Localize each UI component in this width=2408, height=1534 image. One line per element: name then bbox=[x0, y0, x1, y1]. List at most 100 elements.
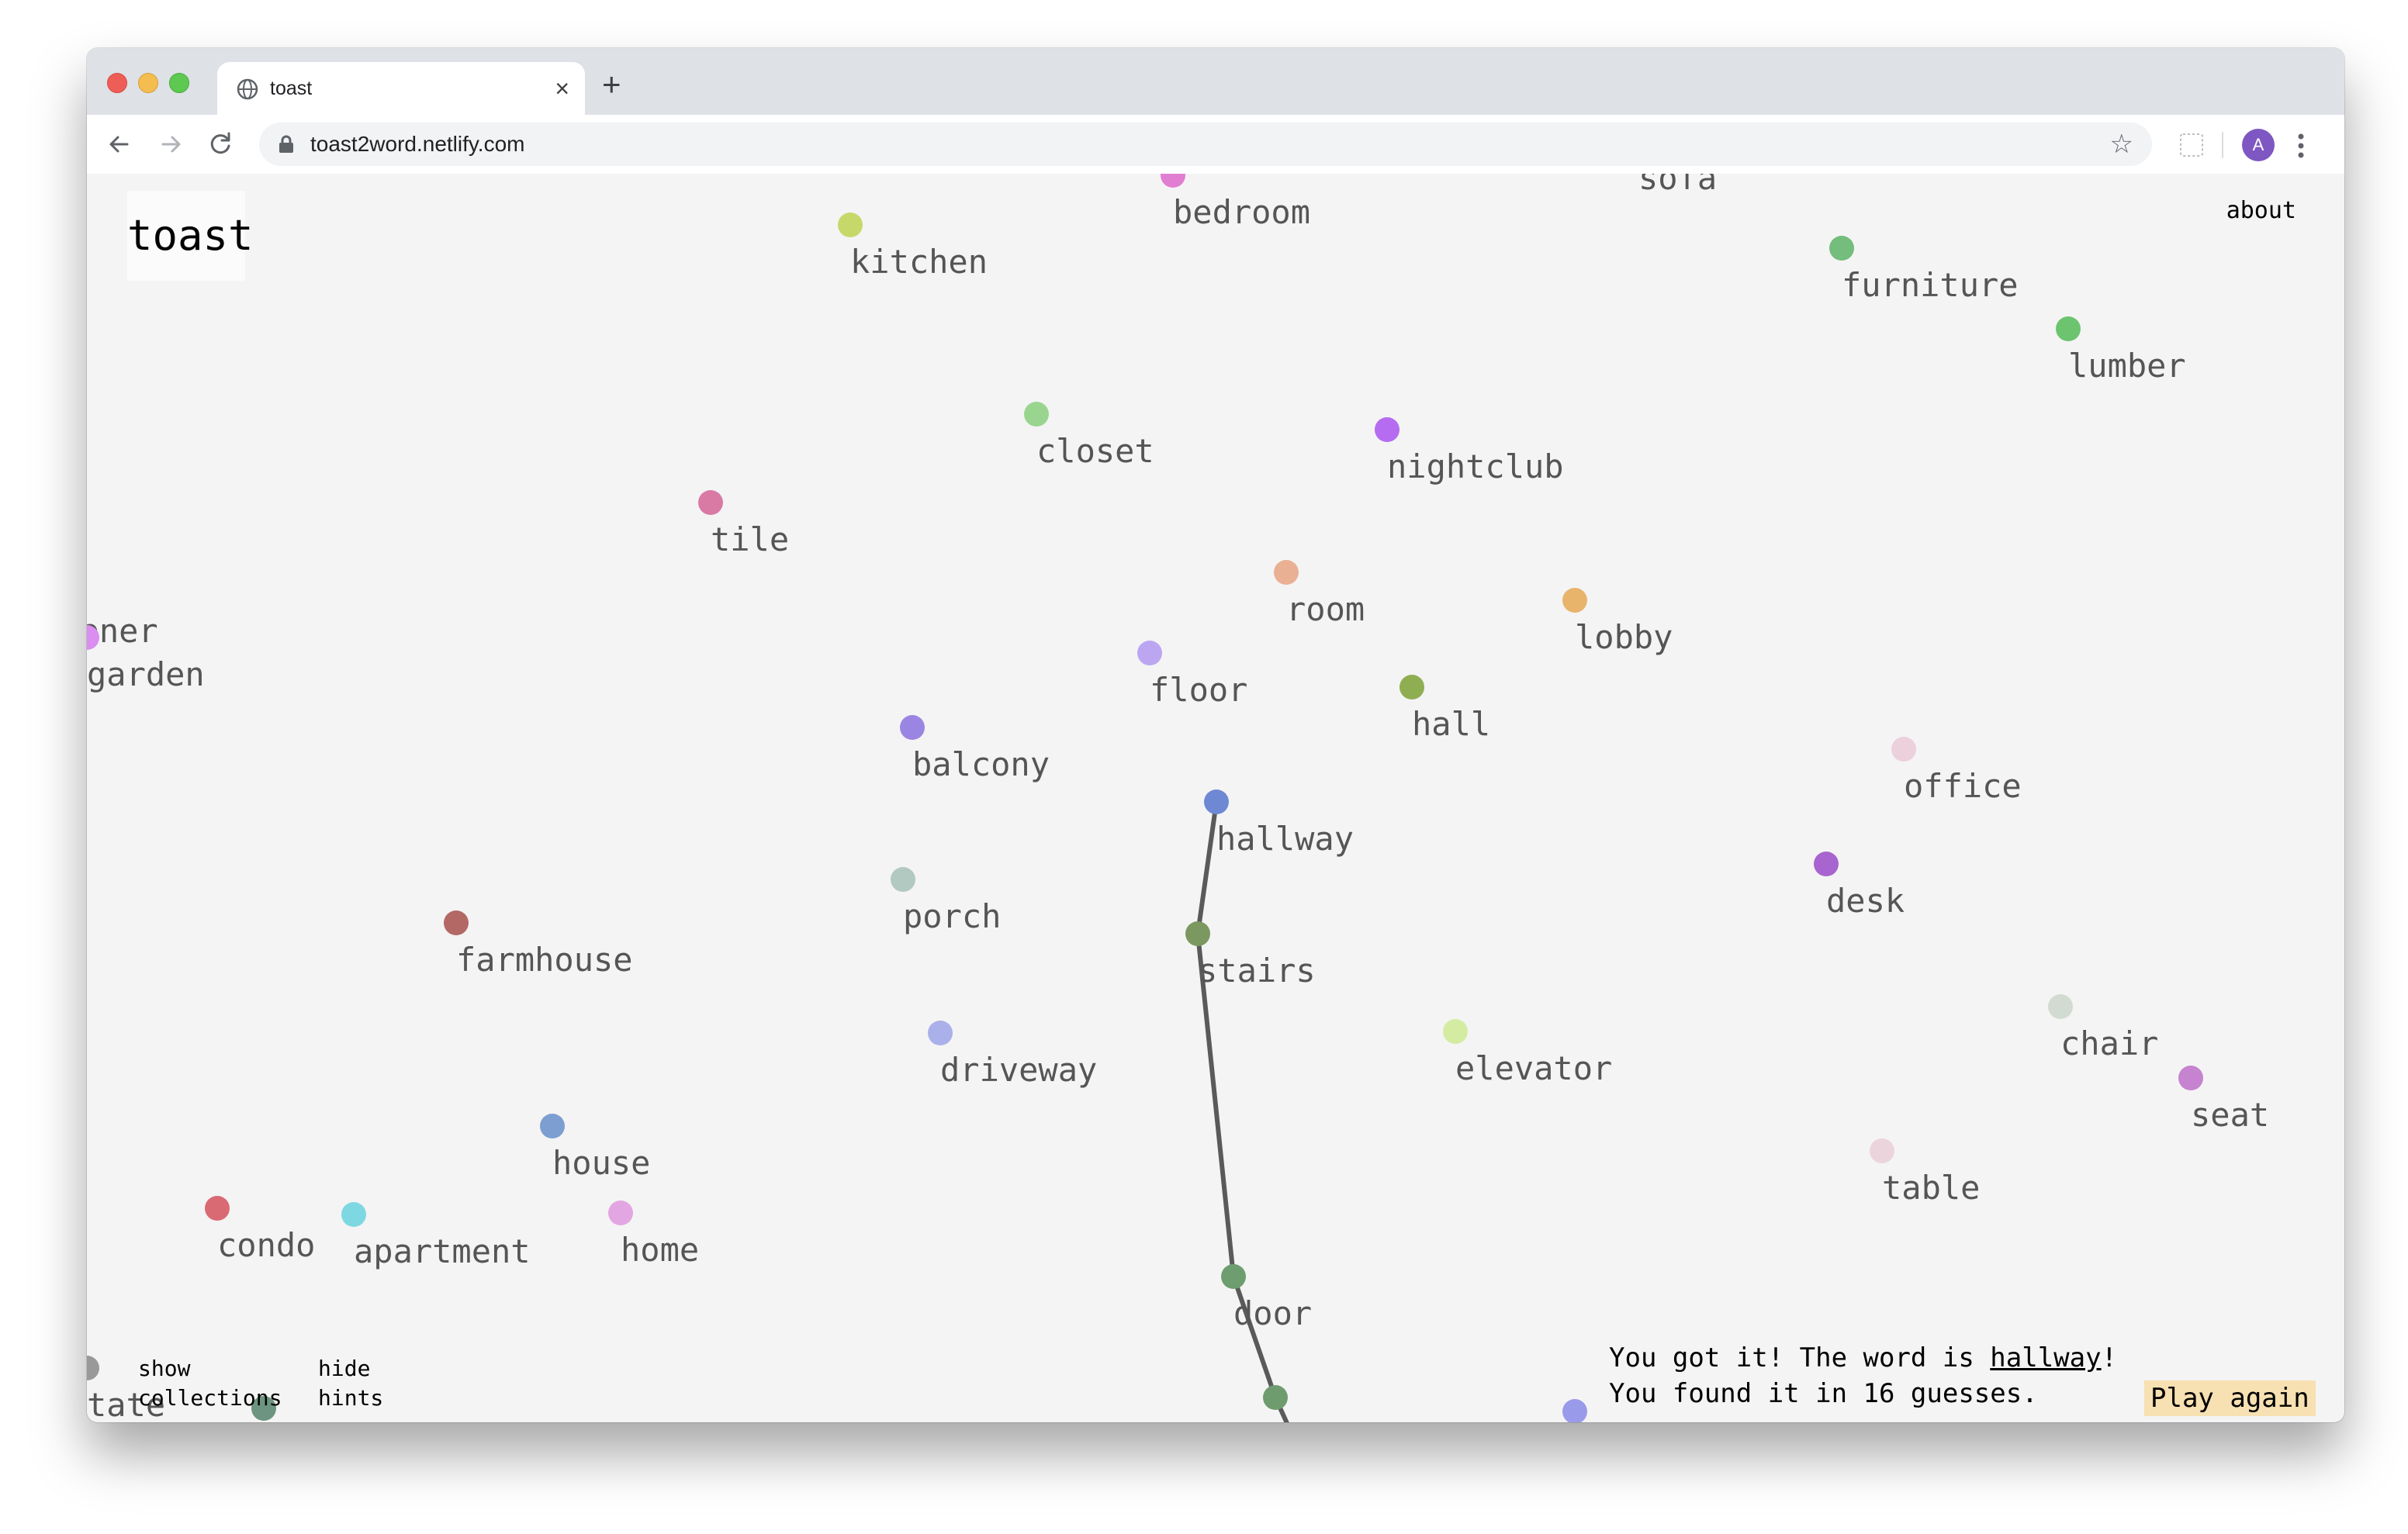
word-node-balcony[interactable]: balcony bbox=[900, 715, 1050, 783]
word-label: seat bbox=[2191, 1096, 2269, 1134]
word-node-chair[interactable]: chair bbox=[2048, 994, 2158, 1062]
globe-icon bbox=[237, 78, 258, 100]
word-dot[interactable] bbox=[1204, 789, 1229, 814]
word-dot[interactable] bbox=[1891, 737, 1916, 762]
close-tab-icon[interactable]: × bbox=[555, 73, 569, 104]
word-dot[interactable] bbox=[1562, 1399, 1587, 1422]
word-node-door[interactable]: door bbox=[1221, 1264, 1312, 1332]
word-dot[interactable] bbox=[1814, 852, 1839, 876]
more-options-icon[interactable] bbox=[2296, 130, 2306, 161]
word-node-desk[interactable]: desk bbox=[1814, 852, 1905, 920]
word-node-stairs[interactable]: stairs bbox=[1185, 921, 1316, 990]
word-node-farmhouse[interactable]: farmhouse bbox=[444, 910, 633, 979]
word-node-apartment[interactable]: apartment bbox=[341, 1202, 531, 1270]
address-bar[interactable]: toast2word.netlify.com ☆ bbox=[259, 123, 2152, 166]
word-dot[interactable] bbox=[1221, 1264, 1246, 1289]
maximize-window-button[interactable] bbox=[169, 73, 189, 93]
word-label: table bbox=[1882, 1169, 1980, 1207]
word-label: driveway bbox=[940, 1051, 1097, 1089]
word-node-nightclub[interactable]: nightclub bbox=[1375, 417, 1564, 485]
word-node-office[interactable]: office bbox=[1891, 737, 2022, 805]
word-dot[interactable] bbox=[2048, 994, 2073, 1019]
extension-icon[interactable] bbox=[2178, 132, 2205, 158]
word-node-condo[interactable]: condo bbox=[205, 1196, 315, 1264]
browser-tab[interactable]: toast × bbox=[217, 62, 585, 115]
hide-hints-button[interactable]: hide hints bbox=[318, 1354, 411, 1413]
word-dot[interactable] bbox=[87, 1356, 99, 1380]
minimize-window-button[interactable] bbox=[138, 73, 158, 93]
play-again-button[interactable]: Play again bbox=[2144, 1380, 2316, 1416]
forward-arrow-icon[interactable] bbox=[154, 127, 188, 161]
word-label: stairs bbox=[1198, 952, 1316, 990]
show-collections-button[interactable]: show collections bbox=[138, 1354, 293, 1413]
back-arrow-icon[interactable] bbox=[102, 127, 137, 161]
result-line-1: You got it! The word is hallway! bbox=[1609, 1340, 2117, 1376]
tab-strip: toast × + bbox=[87, 48, 2344, 115]
word-node-table[interactable]: table bbox=[1870, 1138, 1980, 1207]
word-node-sofa[interactable]: sofa bbox=[1626, 174, 1717, 197]
word-node-closet[interactable]: closet bbox=[1024, 402, 1154, 470]
word-dot[interactable] bbox=[540, 1114, 565, 1138]
word-label: garden bbox=[87, 655, 205, 693]
word-node-hallway[interactable]: hallway bbox=[1204, 789, 1354, 858]
word-node-lumber[interactable]: lumber bbox=[2056, 316, 2186, 385]
word-node-furniture[interactable]: furniture bbox=[1829, 236, 2019, 304]
word-node-porch[interactable]: porch bbox=[891, 867, 1001, 935]
word-dot[interactable] bbox=[928, 1021, 953, 1045]
word-label: room bbox=[1286, 590, 1365, 628]
word-dot[interactable] bbox=[444, 910, 469, 935]
word-dot[interactable] bbox=[341, 1202, 366, 1227]
word-dot[interactable] bbox=[1375, 417, 1399, 442]
word-node-elevator[interactable]: elevator bbox=[1443, 1019, 1612, 1087]
word-node-driveway[interactable]: driveway bbox=[928, 1021, 1097, 1089]
tab-title: toast bbox=[270, 78, 313, 99]
word-dot[interactable] bbox=[1161, 174, 1185, 188]
word-dot[interactable] bbox=[838, 212, 863, 237]
word-node-tile[interactable]: tile bbox=[698, 490, 789, 558]
word-dot[interactable] bbox=[1263, 1385, 1288, 1410]
word-dot[interactable] bbox=[1870, 1138, 1894, 1163]
word-dot[interactable] bbox=[205, 1196, 230, 1221]
word-dot[interactable] bbox=[1399, 675, 1424, 700]
profile-avatar[interactable]: A bbox=[2242, 129, 2275, 161]
word-node-bedroom[interactable]: bedroom bbox=[1161, 174, 1310, 231]
word-dot[interactable] bbox=[900, 715, 925, 740]
word-dot[interactable] bbox=[1274, 560, 1299, 585]
word-dot[interactable] bbox=[891, 867, 915, 892]
word-dot[interactable] bbox=[2056, 316, 2081, 341]
word-node-floor[interactable]: floor bbox=[1137, 641, 1247, 709]
word-dot[interactable] bbox=[698, 490, 723, 515]
brand-logo[interactable]: toast bbox=[127, 191, 254, 281]
word-dot[interactable] bbox=[1024, 402, 1049, 427]
word-label: tile bbox=[711, 520, 789, 558]
result-word[interactable]: hallway bbox=[1990, 1342, 2101, 1373]
word-dot[interactable] bbox=[1829, 236, 1854, 261]
word-label: elevator bbox=[1455, 1049, 1612, 1087]
word-node-hall[interactable]: hall bbox=[1399, 675, 1490, 743]
word-dot[interactable] bbox=[1137, 641, 1162, 665]
word-node-room[interactable]: room bbox=[1274, 560, 1365, 628]
bookmark-star-icon[interactable]: ☆ bbox=[2110, 130, 2133, 158]
word-label: floor bbox=[1150, 671, 1247, 709]
word-node-kitchen[interactable]: kitchen bbox=[838, 212, 988, 281]
word-node-lobby[interactable]: lobby bbox=[1562, 588, 1673, 656]
word-node-home[interactable]: home bbox=[608, 1201, 699, 1269]
close-window-button[interactable] bbox=[107, 73, 127, 93]
url-text: toast2word.netlify.com bbox=[310, 132, 525, 156]
word-node-seat[interactable]: seat bbox=[2178, 1066, 2269, 1134]
word-node-house[interactable]: house bbox=[540, 1114, 650, 1182]
word-map[interactable]: kitchenbedroomsofafurniturelumberdcloset… bbox=[87, 174, 2344, 1422]
about-link[interactable]: about bbox=[2226, 197, 2296, 224]
new-tab-button[interactable]: + bbox=[602, 68, 621, 101]
word-node[interactable] bbox=[1263, 1385, 1288, 1410]
word-label: sofa bbox=[1638, 174, 1717, 197]
word-dot[interactable] bbox=[608, 1201, 633, 1225]
reload-icon[interactable] bbox=[203, 127, 237, 161]
word-label: porch bbox=[903, 897, 1001, 935]
word-dot[interactable] bbox=[1185, 921, 1210, 946]
word-dot[interactable] bbox=[2178, 1066, 2203, 1090]
word-dot[interactable] bbox=[1562, 588, 1587, 613]
word-node[interactable] bbox=[1562, 1399, 1587, 1422]
word-dot[interactable] bbox=[1443, 1019, 1468, 1044]
result-line-2: You found it in 16 guesses. bbox=[1609, 1378, 2038, 1409]
